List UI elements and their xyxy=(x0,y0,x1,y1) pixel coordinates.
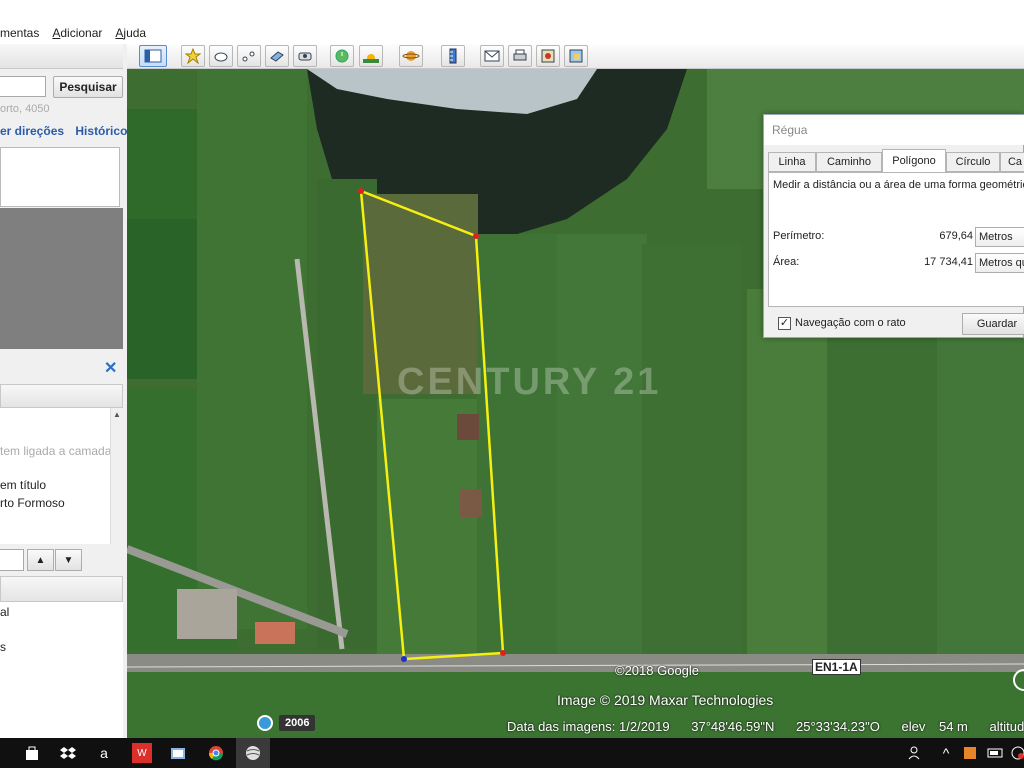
road-label: EN1-1A xyxy=(812,659,861,675)
save-button[interactable]: Guardar xyxy=(962,313,1024,335)
search-button[interactable]: Pesquisar xyxy=(53,76,123,98)
imagery-date: Data das imagens: 1/2/2019 xyxy=(507,719,670,734)
window-top-strip xyxy=(0,0,1024,22)
print-icon[interactable] xyxy=(508,45,532,67)
perimeter-unit-select[interactable]: Metros xyxy=(975,227,1024,247)
layers-panel-header[interactable] xyxy=(0,576,123,602)
elevation-value: 54 m xyxy=(938,719,968,734)
places-list: tem ligada a camada em título rto Formos… xyxy=(0,408,123,544)
history-link[interactable]: Histórico xyxy=(75,124,127,138)
image-credit: Image © 2019 Maxar Technologies xyxy=(557,692,774,708)
google-earth-icon[interactable] xyxy=(236,738,270,768)
layers-list: al s xyxy=(0,602,123,738)
dialog-title: Régua xyxy=(764,115,1024,145)
amazon-icon[interactable]: a xyxy=(94,743,114,763)
ruler-icon[interactable] xyxy=(441,45,465,67)
tab-more[interactable]: Ca xyxy=(1000,152,1024,172)
planets-icon[interactable] xyxy=(399,45,423,67)
area-value: 17 734,41 xyxy=(924,256,973,268)
file-explorer-icon[interactable] xyxy=(168,743,188,763)
tab-polygon[interactable]: Polígono xyxy=(882,149,946,173)
sunlight-icon[interactable] xyxy=(359,45,383,67)
area-unit-select[interactable]: Metros qu xyxy=(975,253,1024,273)
places-hint: tem ligada a camada xyxy=(0,444,112,458)
tour-icon[interactable] xyxy=(293,45,317,67)
watermark: CENTURY 21 xyxy=(397,361,662,403)
menu-help[interactable]: Ajuda xyxy=(115,26,153,40)
move-down-button[interactable]: ▼ xyxy=(55,549,82,571)
chrome-icon[interactable] xyxy=(206,743,226,763)
mouse-navigation-checkbox[interactable]: ✓ xyxy=(778,317,791,330)
overlay-icon[interactable] xyxy=(265,45,289,67)
search-placeholder: orto, 4050 xyxy=(0,103,50,115)
tab-path[interactable]: Caminho xyxy=(816,152,882,172)
search-input[interactable] xyxy=(0,76,46,97)
search-results-empty-area xyxy=(0,208,123,349)
history-year[interactable]: 2006 xyxy=(279,715,316,731)
office-icon[interactable]: W xyxy=(132,743,152,763)
perimeter-value: 679,64 xyxy=(939,230,973,242)
latitude: 37°48'46.59"N xyxy=(691,719,775,734)
history-badge[interactable]: 2006 xyxy=(257,715,316,731)
tab-circle[interactable]: Círculo xyxy=(946,152,1000,172)
toolbar xyxy=(127,44,1024,69)
map-copyright: ©2018 Google xyxy=(615,663,700,678)
area-label: Área: xyxy=(773,256,800,268)
layers-item[interactable]: al xyxy=(0,605,9,619)
history-clock-icon[interactable] xyxy=(257,715,273,731)
sidebar: Pesquisar orto, 4050 er direções Históri… xyxy=(0,44,127,738)
maps-view-icon[interactable] xyxy=(564,45,588,67)
sidebar-toggle-icon[interactable] xyxy=(139,45,167,67)
store-icon[interactable] xyxy=(22,743,42,763)
places-panel-header[interactable] xyxy=(0,384,123,408)
altitude: altitude d xyxy=(989,719,1024,734)
map-status-bar: Data das imagens: 1/2/2019 37°48'46.59"N… xyxy=(507,719,1024,734)
places-nav-row: ▲ ▼ xyxy=(0,547,123,575)
history-clock-icon[interactable] xyxy=(330,45,354,67)
mouse-navigation-label: Navegação com o rato xyxy=(795,317,906,329)
directions-link[interactable]: er direções xyxy=(0,124,64,138)
tab-line[interactable]: Linha xyxy=(768,152,816,172)
search-panel-header[interactable] xyxy=(0,44,123,69)
path-icon[interactable] xyxy=(237,45,261,67)
tray-app-icon[interactable] xyxy=(960,743,980,763)
polygon-icon[interactable] xyxy=(209,45,233,67)
menu-tools[interactable]: mentas xyxy=(0,26,46,40)
places-search-input[interactable] xyxy=(0,549,24,571)
places-item[interactable]: rto Formoso xyxy=(0,496,65,510)
ruler-dialog: Régua Linha Caminho Polígono Círculo Ca … xyxy=(763,114,1024,338)
search-links: er direções Histórico xyxy=(0,124,135,138)
ruler-description: Medir a distância ou a área de uma forma… xyxy=(773,179,1024,191)
layers-item[interactable]: s xyxy=(0,640,6,654)
taskbar: a W ^ xyxy=(0,738,1024,768)
email-icon[interactable] xyxy=(480,45,504,67)
places-item[interactable]: em título xyxy=(0,478,46,492)
perimeter-label: Perímetro: xyxy=(773,230,825,242)
dropbox-icon[interactable] xyxy=(58,743,78,763)
ruler-panel: Medir a distância ou a área de uma forma… xyxy=(768,172,1024,307)
close-icon[interactable]: ✕ xyxy=(104,358,117,378)
scroll-up-icon[interactable]: ▲ xyxy=(113,410,121,419)
elevation-label: elev xyxy=(901,719,926,734)
menu-add[interactable]: Adicionar xyxy=(52,26,109,40)
placemark-icon[interactable] xyxy=(181,45,205,67)
battery-icon[interactable] xyxy=(986,743,1006,763)
menu-bar: mentas Adicionar Ajuda xyxy=(0,22,1024,44)
search-results xyxy=(0,147,120,207)
network-icon[interactable] xyxy=(1008,743,1024,763)
places-scrollbar[interactable]: ▲ xyxy=(110,408,123,544)
longitude: 25°33'34.23"O xyxy=(796,719,880,734)
show-hidden-icons-icon[interactable]: ^ xyxy=(936,743,956,763)
people-icon[interactable] xyxy=(906,743,926,763)
save-image-icon[interactable] xyxy=(536,45,560,67)
move-up-button[interactable]: ▲ xyxy=(27,549,54,571)
